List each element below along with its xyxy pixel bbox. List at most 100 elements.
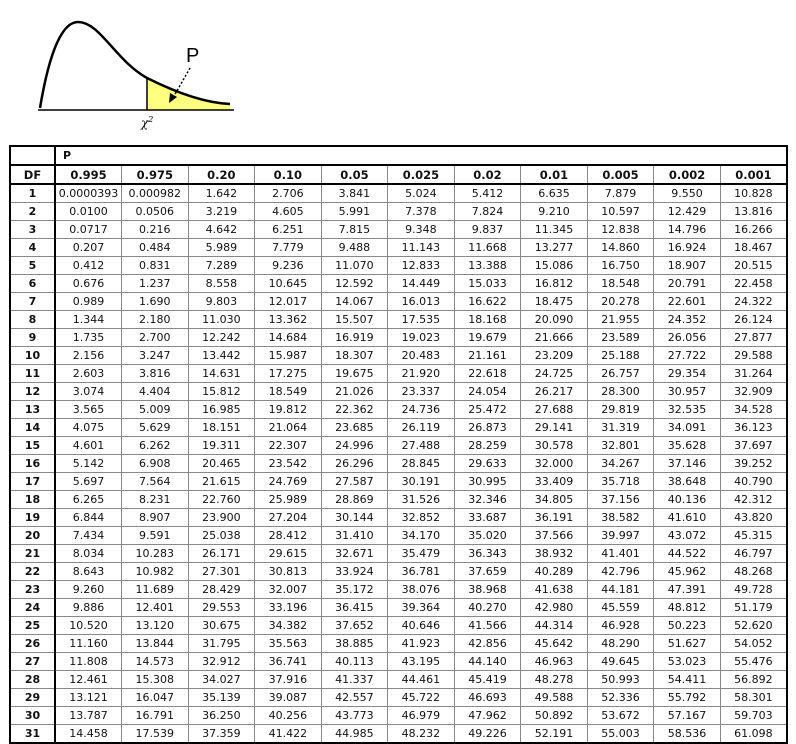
critical-value-cell: 15.086 (520, 256, 588, 275)
critical-value-cell: 9.591 (121, 526, 189, 545)
df-cell: 4 (9, 238, 56, 257)
df-cell: 14 (9, 418, 56, 437)
critical-value-cell: 11.143 (387, 238, 455, 257)
critical-value-cell: 1.237 (121, 274, 189, 293)
critical-value-cell: 15.033 (453, 274, 522, 293)
critical-value-cell: 3.074 (54, 382, 123, 401)
critical-value-cell: 1.344 (54, 310, 123, 329)
df-cell: 3 (9, 220, 56, 239)
critical-value-cell: 26.217 (520, 382, 588, 401)
critical-value-cell: 43.195 (387, 652, 455, 671)
critical-value-cell: 42.312 (719, 490, 788, 509)
table-row: 15 4.601 6.262 19.311 22.307 24.996 27.488 28.2… (9, 436, 788, 455)
critical-value-cell: 23.900 (187, 508, 256, 527)
critical-value-cell: 12.592 (320, 274, 389, 293)
df-cell: 16 (9, 454, 56, 473)
critical-value-cell: 46.979 (387, 706, 455, 725)
critical-value-cell: 24.725 (520, 364, 588, 383)
critical-value-cell: 30.578 (520, 436, 588, 455)
critical-value-cell: 50.892 (520, 706, 588, 725)
df-cell: 8 (9, 310, 56, 329)
critical-value-cell: 1.735 (54, 328, 123, 347)
critical-value-cell: 35.020 (453, 526, 522, 545)
critical-value-cell: 37.916 (254, 670, 322, 689)
df-cell: 24 (9, 598, 56, 617)
critical-value-cell: 21.920 (387, 364, 455, 383)
critical-value-cell: 14.067 (320, 292, 389, 311)
critical-value-cell: 15.507 (320, 310, 389, 329)
critical-value-cell: 14.449 (387, 274, 455, 293)
critical-value-cell: 46.963 (520, 652, 588, 671)
critical-value-cell: 34.170 (387, 526, 455, 545)
critical-value-cell: 41.401 (586, 544, 655, 563)
critical-value-cell: 14.684 (254, 328, 322, 347)
critical-value-cell: 23.685 (320, 418, 389, 437)
critical-value-cell: 37.156 (586, 490, 655, 509)
critical-value-cell: 24.736 (387, 400, 455, 419)
critical-value-cell: 12.833 (387, 256, 455, 275)
critical-value-cell: 15.987 (254, 346, 322, 365)
critical-value-cell: 24.996 (320, 436, 389, 455)
critical-value-cell: 34.091 (653, 418, 721, 437)
critical-value-cell: 14.631 (187, 364, 256, 383)
critical-value-cell: 24.352 (653, 310, 721, 329)
critical-value-cell: 25.188 (586, 346, 655, 365)
column-header-p-0.005: 0.005 (586, 164, 655, 185)
critical-value-cell: 38.076 (387, 580, 455, 599)
critical-value-cell: 26.873 (453, 418, 522, 437)
critical-value-cell: 30.957 (653, 382, 721, 401)
critical-value-cell: 27.587 (320, 472, 389, 491)
critical-value-cell: 49.588 (520, 688, 588, 707)
critical-value-cell: 0.0506 (121, 202, 189, 221)
critical-value-cell: 32.801 (586, 436, 655, 455)
critical-value-cell: 34.528 (719, 400, 788, 419)
table-row: 5 0.412 0.831 7.289 9.236 11.070 12.833 13.388 1… (9, 256, 788, 275)
critical-value-cell: 47.962 (453, 706, 522, 725)
critical-value-cell: 16.985 (187, 400, 256, 419)
critical-value-cell: 58.536 (653, 724, 721, 744)
critical-value-cell: 12.401 (121, 598, 189, 617)
column-header-p-0.20: 0.20 (187, 164, 256, 185)
critical-value-cell: 19.679 (453, 328, 522, 347)
critical-value-cell: 23.337 (387, 382, 455, 401)
critical-value-cell: 38.582 (586, 508, 655, 527)
critical-value-cell: 11.160 (54, 634, 123, 653)
critical-value-cell: 45.419 (453, 670, 522, 689)
critical-value-cell: 44.140 (453, 652, 522, 671)
critical-value-cell: 0.0100 (54, 202, 123, 221)
df-cell: 18 (9, 490, 56, 509)
critical-value-cell: 6.908 (121, 454, 189, 473)
critical-value-cell: 50.223 (653, 616, 721, 635)
critical-value-cell: 21.666 (520, 328, 588, 347)
chi-square-table: P DF 0.995 0.975 0.20 0.10 0.05 0.025 0.02 0.01… (9, 145, 788, 744)
critical-value-cell: 22.618 (453, 364, 522, 383)
table-row: 13 3.565 5.009 16.985 19.812 22.362 24.736 25.4… (9, 400, 788, 419)
critical-value-cell: 10.645 (254, 274, 322, 293)
critical-value-cell: 19.311 (187, 436, 256, 455)
df-cell: 20 (9, 526, 56, 545)
critical-value-cell: 13.787 (54, 706, 123, 725)
table-row: 9 1.735 2.700 12.242 14.684 16.919 19.023 19.67… (9, 328, 788, 347)
critical-value-cell: 35.718 (586, 472, 655, 491)
critical-value-cell: 20.465 (187, 454, 256, 473)
table-row: 19 6.844 8.907 23.900 27.204 30.144 32.852 33.6… (9, 508, 788, 527)
critical-value-cell: 5.629 (121, 418, 189, 437)
critical-value-cell: 21.615 (187, 472, 256, 491)
critical-value-cell: 30.144 (320, 508, 389, 527)
critical-value-cell: 44.985 (320, 724, 389, 744)
critical-value-cell: 45.642 (520, 634, 588, 653)
critical-value-cell: 10.982 (121, 562, 189, 581)
critical-value-cell: 30.675 (187, 616, 256, 635)
critical-value-cell: 40.136 (653, 490, 721, 509)
critical-value-cell: 45.315 (719, 526, 788, 545)
chi-square-distribution-figure: P χ2 (38, 20, 234, 130)
table-row: 14 4.075 5.629 18.151 21.064 23.685 26.119 26.8… (9, 418, 788, 437)
critical-value-cell: 10.283 (121, 544, 189, 563)
critical-value-cell: 13.816 (719, 202, 788, 221)
critical-value-cell: 24.322 (719, 292, 788, 311)
critical-value-cell: 52.336 (586, 688, 655, 707)
critical-value-cell: 44.461 (387, 670, 455, 689)
critical-value-cell: 7.879 (586, 183, 655, 203)
critical-value-cell: 13.120 (121, 616, 189, 635)
critical-value-cell: 36.250 (187, 706, 256, 725)
